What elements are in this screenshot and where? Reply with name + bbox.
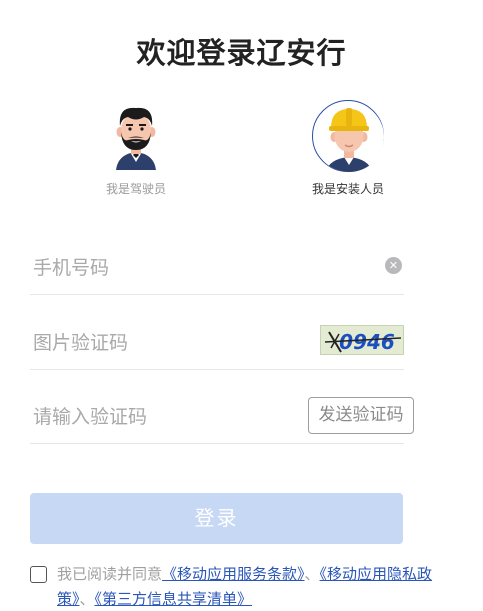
agreement-separator: 、 bbox=[304, 565, 320, 583]
installer-avatar bbox=[312, 100, 384, 172]
agreement-prefix: 我已阅读并同意 bbox=[57, 565, 163, 583]
agreement: 我已阅读并同意《移动应用服务条款》、《移动应用隐私政策》、《第三方信息共享清单》 bbox=[30, 562, 460, 611]
link-service-terms[interactable]: 《移动应用服务条款》 bbox=[162, 565, 305, 583]
captcha-text: 0946 bbox=[339, 330, 395, 354]
agreement-text: 我已阅读并同意《移动应用服务条款》、《移动应用隐私政策》、《第三方信息共享清单》 bbox=[57, 562, 460, 611]
role-installer-label: 我是安装人员 bbox=[311, 182, 384, 196]
installer-avatar-icon bbox=[314, 102, 384, 172]
agreement-separator: 、 bbox=[79, 590, 95, 608]
driver-avatar-icon bbox=[116, 107, 156, 170]
role-driver-option[interactable]: 我是驾驶员 bbox=[86, 100, 186, 197]
role-installer-option[interactable]: 我是安装人员 bbox=[298, 100, 398, 197]
captcha-input[interactable] bbox=[33, 328, 333, 358]
phone-field: ✕ bbox=[30, 239, 404, 295]
driver-avatar bbox=[100, 100, 172, 172]
phone-input[interactable] bbox=[33, 253, 333, 283]
captcha-image[interactable]: 0946 bbox=[320, 325, 404, 355]
captcha-field: 0946 bbox=[30, 314, 404, 370]
agree-checkbox[interactable] bbox=[30, 566, 47, 583]
send-code-button[interactable]: 发送验证码 bbox=[308, 397, 414, 434]
sms-code-input[interactable] bbox=[33, 402, 333, 432]
sms-code-field: 发送验证码 bbox=[30, 388, 414, 444]
page-title: 欢迎登录辽安行 bbox=[136, 36, 347, 70]
login-button[interactable]: 登录 bbox=[30, 493, 403, 544]
role-driver-label: 我是驾驶员 bbox=[105, 182, 166, 196]
link-third-party-list[interactable]: 《第三方信息共享清单》 bbox=[95, 590, 253, 608]
clear-icon[interactable]: ✕ bbox=[385, 257, 402, 274]
